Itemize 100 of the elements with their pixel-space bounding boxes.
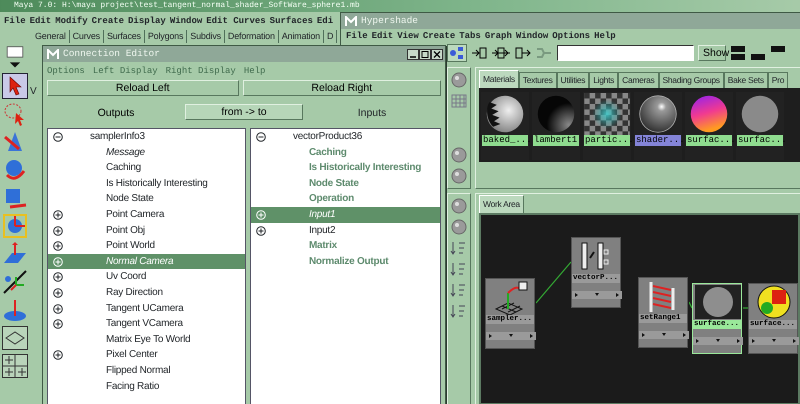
tab[interactable]: Textures [518, 72, 557, 88]
node-ports-icon[interactable] [486, 332, 536, 340]
tab[interactable]: Shading Groups [658, 72, 724, 88]
tab[interactable]: Bake Sets [724, 72, 768, 88]
sphere-icon[interactable] [449, 167, 469, 185]
tab[interactable]: Pro [768, 72, 788, 88]
panel-menu[interactable]: V [30, 86, 37, 97]
menu-item[interactable]: Edit Curves [206, 12, 266, 30]
node-name[interactable]: vectorProduct36 [292, 129, 362, 145]
particle-material-swatch[interactable] [584, 93, 630, 135]
expand-icon[interactable] [53, 226, 63, 236]
shelf-tab[interactable]: Curves [70, 30, 104, 43]
output-connections-icon[interactable] [515, 46, 531, 60]
attribute-item[interactable]: Tangent UCamera [106, 300, 184, 316]
menu-item[interactable]: File [4, 12, 26, 30]
node-ports-icon[interactable] [693, 336, 743, 345]
attribute-item[interactable]: Node State [308, 176, 359, 192]
attribute-item[interactable]: Is Historically Interesting [308, 160, 422, 176]
reload-button[interactable]: Reload Right [242, 80, 442, 96]
expand-icon[interactable] [53, 241, 63, 252]
attribute-item[interactable]: Uv Coord [106, 269, 146, 285]
node-ports-icon[interactable] [572, 290, 622, 299]
attribute-item[interactable]: Message [106, 144, 145, 160]
attribute-item[interactable]: Normalize Output [308, 254, 388, 270]
menu-item[interactable]: Display [128, 12, 166, 30]
input-output-connections-icon[interactable] [491, 46, 511, 60]
tab[interactable]: Cameras [618, 72, 659, 88]
shelf-tab[interactable]: Deformation [224, 30, 279, 43]
menu-item[interactable]: Window [516, 29, 548, 43]
menu-item[interactable]: Modify [55, 12, 88, 30]
attribute-item[interactable]: Facing Ratio [106, 378, 160, 394]
attribute-item[interactable]: Matrix Eye To World [106, 332, 190, 348]
shelf-tab[interactable]: General [32, 30, 70, 43]
expand-icon[interactable] [53, 272, 63, 282]
menu-item[interactable]: File [346, 29, 368, 43]
expand-icon[interactable] [53, 350, 63, 360]
attribute-item[interactable]: Matrix [308, 238, 337, 254]
attribute-item[interactable]: Point Obj [106, 222, 145, 238]
menu-item[interactable]: Edit [372, 29, 394, 43]
sphere-icon[interactable] [449, 218, 469, 236]
input-connections-icon[interactable] [471, 46, 487, 60]
tab[interactable]: Utilities [556, 72, 590, 88]
swatch-label[interactable]: lambert1 [533, 135, 579, 146]
attribute-item[interactable]: Point World [106, 238, 155, 254]
expand-icon[interactable] [256, 226, 266, 236]
menu-item[interactable]: Window [170, 12, 202, 30]
shelf-tab[interactable]: D [324, 30, 338, 43]
menu-item[interactable]: View [397, 29, 419, 43]
tab[interactable]: Lights [589, 72, 618, 88]
show-manipulator-icon[interactable] [2, 269, 28, 295]
attribute-item[interactable]: Pixel Center [106, 347, 158, 363]
sphere-icon[interactable] [449, 146, 469, 164]
node-name[interactable]: samplerInfo3 [90, 129, 145, 145]
attribute-item[interactable]: Point Camera [106, 206, 164, 223]
expand-icon[interactable] [53, 210, 63, 220]
minimize-icon[interactable] [407, 48, 419, 60]
network-icon[interactable] [447, 44, 467, 62]
menu-item[interactable]: Edi [316, 12, 334, 30]
attribute-item[interactable]: Operation [308, 191, 354, 207]
expand-icon[interactable] [53, 319, 63, 330]
shelf-tab[interactable]: Animation [278, 30, 324, 43]
attribute-item[interactable]: Caching [106, 160, 141, 176]
collapse-icon[interactable] [256, 132, 266, 142]
four-pane-layout-icon[interactable] [2, 353, 28, 379]
shelf-tab[interactable]: Polygons [144, 30, 188, 43]
attribute-item[interactable]: Node State [106, 191, 154, 207]
menu-item[interactable]: Edit [30, 12, 52, 30]
menu-item[interactable]: Graph [484, 29, 512, 43]
manipulator-icon[interactable] [2, 213, 28, 239]
node-ports-icon[interactable] [749, 336, 799, 345]
menu-item[interactable]: Create [422, 29, 456, 43]
expand-icon[interactable] [53, 288, 63, 298]
attribute-item[interactable]: Input2 [308, 222, 336, 238]
collapse-icon[interactable] [53, 132, 63, 142]
reload-button[interactable]: Reload Left [47, 80, 239, 96]
sphere-icon[interactable] [449, 197, 469, 215]
attribute-item[interactable]: Is Historically Interesting [106, 176, 208, 192]
attribute-item[interactable]: Caching [308, 144, 347, 160]
menu-item[interactable]: Help [594, 29, 616, 43]
attribute-item[interactable]: Tangent VCamera [106, 316, 183, 332]
attribute-item[interactable]: Flipped Normal [106, 362, 170, 378]
single-pane-layout-icon[interactable] [2, 325, 28, 351]
attribute-item[interactable]: Ray Direction [106, 284, 163, 301]
shelf-tab[interactable]: Surfaces [104, 30, 145, 43]
direction-button[interactable]: from -> to [185, 104, 303, 120]
selected-attribute[interactable]: Input1 [308, 206, 336, 223]
menu-item[interactable]: Surfaces [270, 12, 313, 30]
expand-icon[interactable] [53, 304, 63, 314]
close-icon[interactable] [431, 48, 443, 60]
maximize-icon[interactable] [419, 48, 431, 60]
tab[interactable]: Work Area [479, 195, 524, 213]
menu-item[interactable]: Create [92, 12, 124, 30]
sphere-icon[interactable] [449, 71, 469, 89]
tab[interactable]: Materials [479, 70, 519, 88]
node-ports-icon[interactable] [639, 330, 689, 339]
shelf-tab[interactable]: Subdivs [187, 30, 225, 43]
top-bottom-layout-icon[interactable] [730, 45, 746, 61]
search-field[interactable] [557, 45, 694, 61]
menu-item[interactable]: Tabs [459, 29, 481, 43]
menu-item[interactable]: Options [552, 29, 590, 43]
